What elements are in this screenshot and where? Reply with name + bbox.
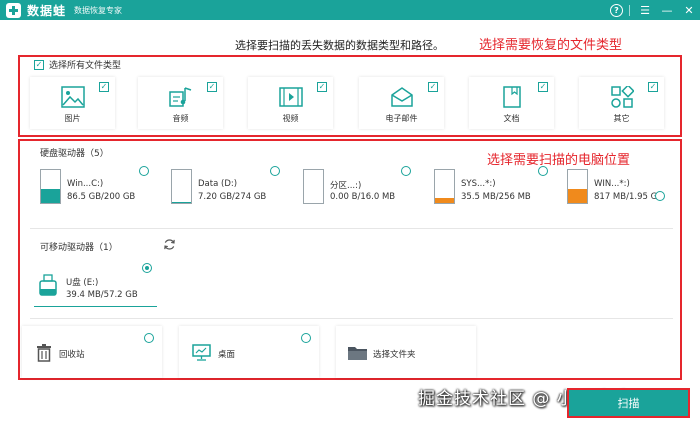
drive-item[interactable]: SYS...*:) 35.5 MB/256 MB: [434, 166, 549, 210]
help-icon[interactable]: ?: [610, 3, 623, 17]
location-card-desktop[interactable]: 桌面: [179, 326, 319, 378]
select-all-check-icon: ✓: [34, 59, 44, 70]
drive-item[interactable]: Data (D:) 7.20 GB/274 GB: [171, 166, 286, 210]
file-type-card-document[interactable]: ✓ 文档: [469, 77, 554, 129]
other-checkbox[interactable]: ✓: [648, 82, 658, 92]
file-type-card-audio[interactable]: ✓ 音频: [138, 77, 223, 129]
drive-size: 35.5 MB/256 MB: [461, 192, 531, 202]
menu-button[interactable]: ☰: [634, 0, 656, 20]
app-name: 数据蛙: [27, 3, 67, 18]
file-type-card-other[interactable]: ✓ 其它: [579, 77, 664, 129]
drive-name: WIN...*:): [594, 179, 630, 189]
image-icon: [60, 86, 85, 108]
location-label: 桌面: [218, 350, 236, 360]
toolbar-divider: [629, 4, 630, 16]
usb-drive-name: U盘 (E:): [66, 278, 99, 288]
usb-drive-radio[interactable]: [142, 263, 152, 273]
minimize-button[interactable]: —: [656, 0, 678, 20]
file-type-label: 音频: [172, 114, 189, 123]
app-subtitle: 数据恢复专家: [74, 5, 123, 15]
desktop-icon: [192, 344, 211, 361]
drive-name: 分区...:): [330, 181, 362, 191]
video-icon: [278, 87, 303, 107]
drive-usage-fill: [172, 202, 191, 203]
drive-usage-fill: [568, 189, 587, 203]
recycle-bin-icon: [37, 344, 51, 362]
app-logo: 数据蛙 数据恢复专家: [6, 2, 122, 19]
hard-drives-title: 硬盘驱动器（5）: [40, 149, 109, 159]
location-card-folder[interactable]: 选择文件夹: [336, 326, 476, 378]
removable-drives-title: 可移动驱动器（1）: [40, 243, 118, 253]
file-type-label: 其它: [613, 114, 630, 123]
drive-usage-fill: [435, 198, 454, 203]
other-icon: [610, 86, 634, 108]
select-all-types-checkbox[interactable]: ✓ 选择所有文件类型: [34, 58, 121, 71]
title-bar: 数据蛙 数据恢复专家 ? ☰ — ✕: [0, 0, 700, 20]
drive-radio[interactable]: [538, 166, 548, 176]
email-checkbox[interactable]: ✓: [428, 82, 438, 92]
file-type-card-video[interactable]: ✓ 视频: [248, 77, 333, 129]
folder-icon: [348, 347, 367, 360]
drive-radio[interactable]: [401, 166, 411, 176]
drive-size: 0.00 B/16.0 MB: [330, 192, 396, 202]
audio-checkbox[interactable]: ✓: [207, 82, 217, 92]
usb-drive-item[interactable]: U盘 (E:) 39.4 MB/57.2 GB: [34, 262, 157, 307]
music-icon: [168, 87, 191, 107]
file-type-label: 图片: [64, 114, 81, 123]
drive-usage-fill: [41, 188, 60, 203]
drive-radio[interactable]: [139, 166, 149, 176]
file-type-card-image[interactable]: ✓ 图片: [30, 77, 115, 129]
file-type-label: 文档: [503, 114, 520, 123]
document-icon: [502, 86, 521, 108]
file-type-annotation: 选择需要恢复的文件类型: [479, 38, 623, 53]
drive-icon: [171, 169, 192, 204]
window-controls: ? ☰ — ✕: [610, 0, 700, 20]
location-label: 选择文件夹: [373, 350, 416, 360]
drive-size: 7.20 GB/274 GB: [198, 192, 267, 202]
logo-icon: [6, 2, 21, 18]
location-label: 回收站: [59, 350, 85, 360]
select-all-label: 选择所有文件类型: [49, 61, 122, 71]
location-card-recycle-bin[interactable]: 回收站: [22, 326, 162, 378]
drive-item[interactable]: Win...C:) 86.5 GB/200 GB: [40, 166, 155, 210]
drive-item[interactable]: WIN...*:) 817 MB/1.95 GB: [567, 166, 667, 210]
drive-size: 817 MB/1.95 GB: [594, 192, 664, 202]
close-button[interactable]: ✕: [678, 0, 700, 20]
drive-name: SYS...*:): [461, 179, 496, 189]
file-type-card-email[interactable]: ✓ 电子邮件: [359, 77, 444, 129]
drive-icon: [434, 169, 455, 204]
drive-radio[interactable]: [270, 166, 280, 176]
location-radio[interactable]: [144, 333, 154, 343]
section-divider: [30, 228, 673, 229]
drive-icon: [567, 169, 588, 204]
drive-icon: [303, 169, 324, 204]
instruction-text: 选择要扫描的丢失数据的数据类型和路径。: [235, 39, 444, 52]
usb-drive-icon: [39, 274, 57, 296]
usb-drive-size: 39.4 MB/57.2 GB: [66, 290, 138, 300]
drive-name: Data (D:): [198, 179, 238, 189]
drive-name: Win...C:): [67, 179, 104, 189]
video-checkbox[interactable]: ✓: [317, 82, 327, 92]
scan-button[interactable]: 扫描: [567, 388, 690, 418]
location-radio[interactable]: [301, 333, 311, 343]
drive-item[interactable]: 分区...:) 0.00 B/16.0 MB: [303, 166, 418, 210]
refresh-icon[interactable]: [163, 238, 176, 251]
image-checkbox[interactable]: ✓: [99, 82, 109, 92]
drive-size: 86.5 GB/200 GB: [67, 192, 136, 202]
file-type-label: 电子邮件: [385, 114, 418, 123]
document-checkbox[interactable]: ✓: [538, 82, 548, 92]
section-divider: [30, 318, 673, 319]
drive-icon: [40, 169, 61, 204]
email-icon: [390, 87, 413, 107]
file-type-label: 视频: [282, 114, 299, 123]
drive-radio[interactable]: [655, 191, 665, 201]
